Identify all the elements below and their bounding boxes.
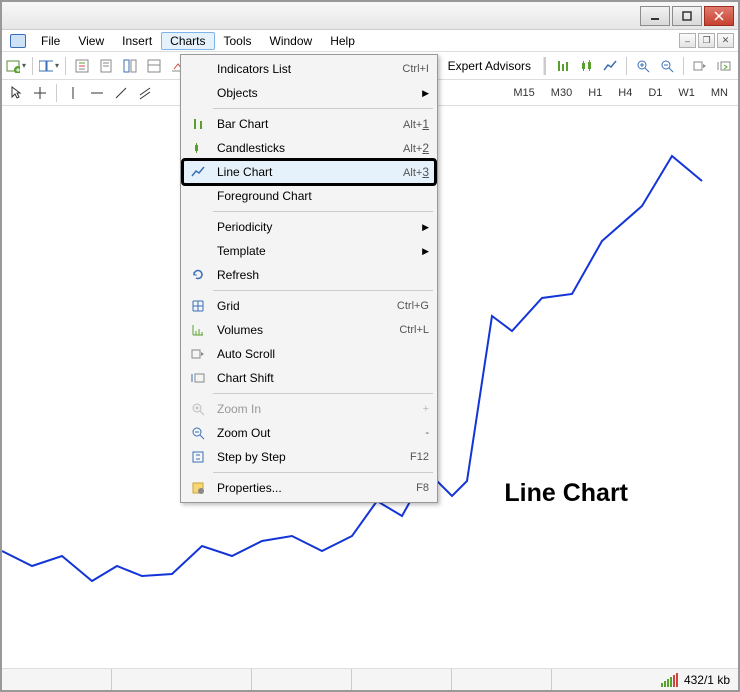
expert-advisors-button[interactable]: Expert Advisors (442, 59, 537, 73)
mdi-controls: – ❐ ✕ (679, 33, 738, 48)
period-mn[interactable]: MN (705, 85, 734, 101)
menu-periodicity[interactable]: Periodicity ▶ (183, 215, 435, 239)
menu-help[interactable]: Help (321, 32, 364, 50)
candlestick-icon[interactable] (576, 56, 596, 76)
zoom-in-icon[interactable] (633, 56, 653, 76)
mdi-minimize-button[interactable]: – (679, 33, 696, 48)
indicators-icon (187, 59, 209, 79)
candlestick-icon (187, 138, 209, 158)
profiles-button[interactable] (39, 56, 59, 76)
menu-properties[interactable]: Properties... F8 (183, 476, 435, 500)
menu-candlesticks[interactable]: Candlesticks Alt+2 (183, 136, 435, 160)
period-m15[interactable]: M15 (507, 85, 540, 101)
grid-icon (187, 296, 209, 316)
menubar: File View Insert Charts Tools Window Hel… (2, 30, 738, 52)
menu-volumes[interactable]: Volumes Ctrl+L (183, 318, 435, 342)
crosshair-icon[interactable] (30, 83, 50, 103)
zoom-out-icon[interactable] (657, 56, 677, 76)
menu-view[interactable]: View (69, 32, 113, 50)
auto-scroll-icon[interactable] (690, 56, 710, 76)
chart-shift-icon[interactable] (714, 56, 734, 76)
horizontal-line-icon[interactable] (87, 83, 107, 103)
submenu-arrow-icon: ▶ (422, 88, 429, 99)
data-window-icon[interactable] (96, 56, 116, 76)
zoom-out-icon (187, 423, 209, 443)
titlebar (2, 2, 738, 30)
vertical-line-icon[interactable] (63, 83, 83, 103)
menu-window[interactable]: Window (261, 32, 322, 50)
connection-signal-icon (661, 673, 678, 687)
menu-bar-chart[interactable]: Bar Chart Alt+1 (183, 112, 435, 136)
expert-advisors-label: Expert Advisors (448, 59, 531, 73)
mdi-restore-button[interactable]: ❐ (698, 33, 715, 48)
submenu-arrow-icon: ▶ (422, 246, 429, 257)
refresh-icon (187, 265, 209, 285)
menu-template[interactable]: Template ▶ (183, 239, 435, 263)
close-button[interactable] (704, 6, 734, 26)
new-chart-button[interactable] (6, 56, 26, 76)
period-d1[interactable]: D1 (642, 85, 668, 101)
app-icon (8, 31, 28, 51)
period-m30[interactable]: M30 (545, 85, 578, 101)
step-icon (187, 447, 209, 467)
market-watch-icon[interactable] (72, 56, 92, 76)
menu-file[interactable]: File (32, 32, 69, 50)
properties-icon (187, 478, 209, 498)
period-h1[interactable]: H1 (582, 85, 608, 101)
navigator-icon[interactable] (120, 56, 140, 76)
period-h4[interactable]: H4 (612, 85, 638, 101)
menu-objects[interactable]: Objects ▶ (183, 81, 435, 105)
maximize-button[interactable] (672, 6, 702, 26)
channel-icon[interactable] (135, 83, 155, 103)
menu-zoom-out[interactable]: Zoom Out - (183, 421, 435, 445)
period-w1[interactable]: W1 (672, 85, 701, 101)
submenu-arrow-icon: ▶ (422, 222, 429, 233)
terminal-icon[interactable] (144, 56, 164, 76)
menu-step-by-step[interactable]: Step by Step F12 (183, 445, 435, 469)
menu-insert[interactable]: Insert (113, 32, 161, 50)
zoom-in-icon (187, 399, 209, 419)
menu-auto-scroll[interactable]: Auto Scroll (183, 342, 435, 366)
chart-shift-icon (187, 368, 209, 388)
menu-zoom-in: Zoom In + (183, 397, 435, 421)
menu-chart-shift[interactable]: Chart Shift (183, 366, 435, 390)
app-window: File View Insert Charts Tools Window Hel… (0, 0, 740, 692)
menu-grid[interactable]: Grid Ctrl+G (183, 294, 435, 318)
menu-tools[interactable]: Tools (215, 32, 261, 50)
line-chart-icon (187, 162, 209, 182)
mdi-close-button[interactable]: ✕ (717, 33, 734, 48)
menu-charts[interactable]: Charts (161, 32, 214, 50)
volumes-icon (187, 320, 209, 340)
statusbar: 432/1 kb (2, 668, 738, 690)
menu-foreground-chart[interactable]: Foreground Chart (183, 184, 435, 208)
menu-line-chart[interactable]: Line Chart Alt+3 (183, 160, 435, 184)
chart-label: Line Chart (504, 479, 628, 508)
bar-chart-icon[interactable] (552, 56, 572, 76)
bar-chart-icon (187, 114, 209, 134)
line-chart-icon[interactable] (600, 56, 620, 76)
minimize-button[interactable] (640, 6, 670, 26)
auto-scroll-icon (187, 344, 209, 364)
trendline-icon[interactable] (111, 83, 131, 103)
cursor-icon[interactable] (6, 83, 26, 103)
menu-refresh[interactable]: Refresh (183, 263, 435, 287)
status-kb: 432/1 kb (684, 673, 730, 687)
menu-indicators-list[interactable]: Indicators List Ctrl+I (183, 57, 435, 81)
charts-dropdown: Indicators List Ctrl+I Objects ▶ Bar Cha… (180, 54, 438, 503)
